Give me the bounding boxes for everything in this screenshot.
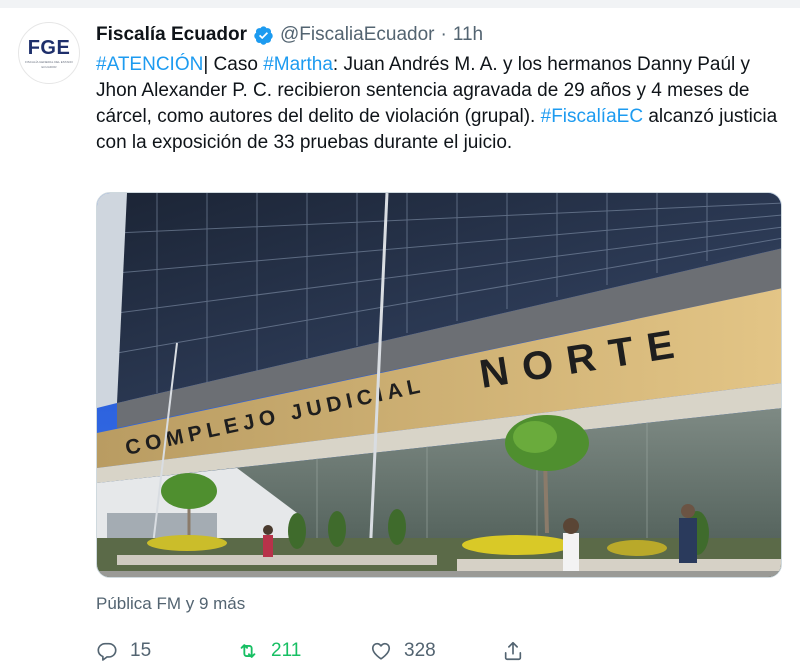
- tweet-text: #ATENCIÓN| Caso #Martha: Juan Andrés M. …: [96, 52, 786, 156]
- author-handle[interactable]: @FiscaliaEcuador: [280, 24, 434, 46]
- building-photo-illustration: COMPLEJO JUDICIAL NORTE: [97, 193, 781, 577]
- verified-badge-icon: [253, 25, 274, 46]
- retweet-button[interactable]: 211: [237, 640, 370, 662]
- hashtag-fiscaliaec[interactable]: #FiscalíaEC: [541, 106, 643, 127]
- separator-dot: ·: [440, 24, 447, 45]
- tweet-text-part: | Caso: [203, 54, 264, 75]
- avatar-logo-text: FGE: [27, 36, 71, 59]
- tweet-photo[interactable]: COMPLEJO JUDICIAL NORTE: [96, 192, 782, 578]
- share-icon: [504, 641, 522, 661]
- like-button[interactable]: 328: [370, 640, 502, 662]
- avatar[interactable]: FGE FISCALÍA GENERAL DEL ESTADO ECUADOR: [18, 22, 80, 84]
- tweet-header: Fiscalía Ecuador @FiscaliaEcuador · 11h: [96, 20, 483, 50]
- reply-count: 15: [130, 640, 152, 661]
- heart-icon: [371, 642, 391, 660]
- hashtag-atencion[interactable]: #ATENCIÓN: [96, 54, 203, 75]
- retweet-count: 211: [271, 640, 302, 661]
- author-name[interactable]: Fiscalía Ecuador: [96, 24, 247, 46]
- liked-by-summary[interactable]: Pública FM y 9 más: [96, 594, 245, 614]
- retweet-icon: [240, 644, 256, 658]
- share-button[interactable]: [502, 640, 532, 662]
- avatar-logo-subtext: FISCALÍA GENERAL DEL ESTADO: [25, 59, 73, 64]
- reply-icon: [97, 642, 117, 661]
- tweet-actions: 15 211 328: [96, 636, 532, 666]
- avatar-logo-country: ECUADOR: [41, 64, 57, 69]
- tweet[interactable]: FGE FISCALÍA GENERAL DEL ESTADO ECUADOR …: [0, 0, 800, 668]
- hashtag-martha[interactable]: #Martha: [263, 54, 333, 75]
- tweet-timestamp[interactable]: 11h: [453, 24, 483, 46]
- reply-button[interactable]: 15: [96, 640, 237, 662]
- like-count: 328: [404, 640, 436, 661]
